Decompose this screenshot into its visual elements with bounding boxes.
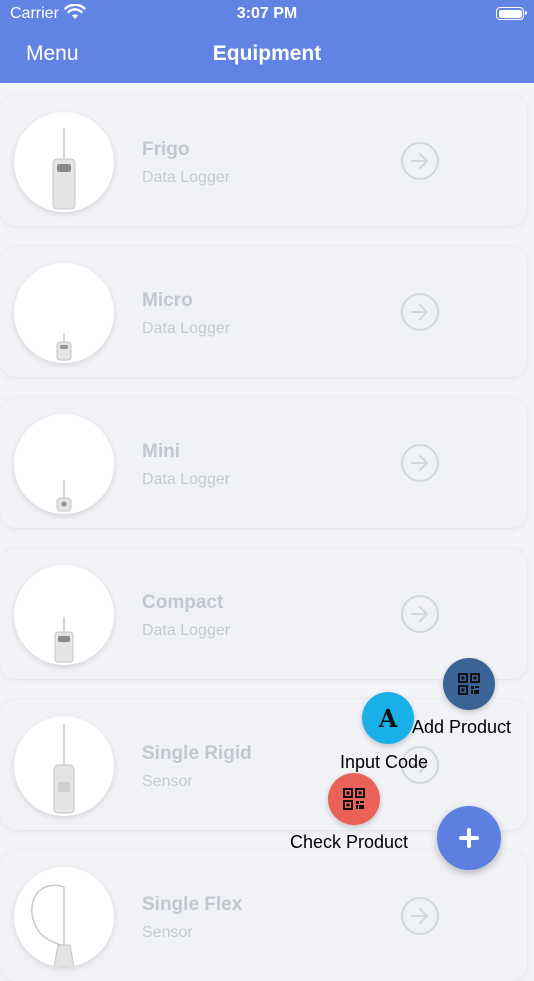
arrow-right-circle-icon[interactable] [401,595,439,633]
input-code-label[interactable]: Input Code [340,752,428,773]
arrow-right-circle-icon[interactable] [401,142,439,180]
qr-code-icon [343,788,365,810]
navigation-header: Carrier 3:07 PM Menu Equipment [0,0,534,83]
equipment-type: Data Logger [142,471,231,488]
input-code-button[interactable]: A [362,692,414,744]
battery-icon [496,7,527,20]
letter-a-icon: A [378,704,398,733]
plus-icon[interactable] [437,806,501,870]
equipment-type: Data Logger [142,622,231,639]
equipment-name: Compact [142,592,224,613]
page-title: Equipment [212,42,322,65]
qr-code-icon [458,673,480,695]
device-image [14,565,114,665]
device-image [14,716,114,816]
equipment-name: Single Rigid [142,743,252,764]
equipment-item[interactable]: Compact Data Logger [0,548,527,679]
arrow-right-circle-icon[interactable] [401,897,439,935]
device-image [14,263,114,363]
check-product-label[interactable]: Check Product [290,832,408,853]
equipment-type: Data Logger [142,169,231,186]
add-product-label[interactable]: Add Product [412,717,511,738]
equipment-item[interactable]: Single Flex Sensor [0,850,527,981]
add-product-button[interactable] [443,658,495,710]
status-time: 3:07 PM [236,5,298,22]
arrow-right-circle-icon[interactable] [401,293,439,331]
device-image [14,867,114,967]
status-bar: Carrier 3:07 PM [0,0,534,28]
equipment-name: Single Flex [142,894,243,915]
equipment-type: Sensor [142,924,193,941]
device-image [14,112,114,212]
equipment-name: Micro [142,290,193,311]
check-product-button[interactable] [328,773,380,825]
equipment-item[interactable]: Mini Data Logger [0,397,527,528]
equipment-name: Mini [142,441,180,462]
equipment-type: Sensor [142,773,193,790]
equipment-item[interactable]: Frigo Data Logger [0,95,527,226]
equipment-type: Data Logger [142,320,231,337]
equipment-item[interactable]: Micro Data Logger [0,246,527,377]
arrow-right-circle-icon[interactable] [401,444,439,482]
device-image [14,414,114,514]
equipment-name: Frigo [142,139,190,160]
